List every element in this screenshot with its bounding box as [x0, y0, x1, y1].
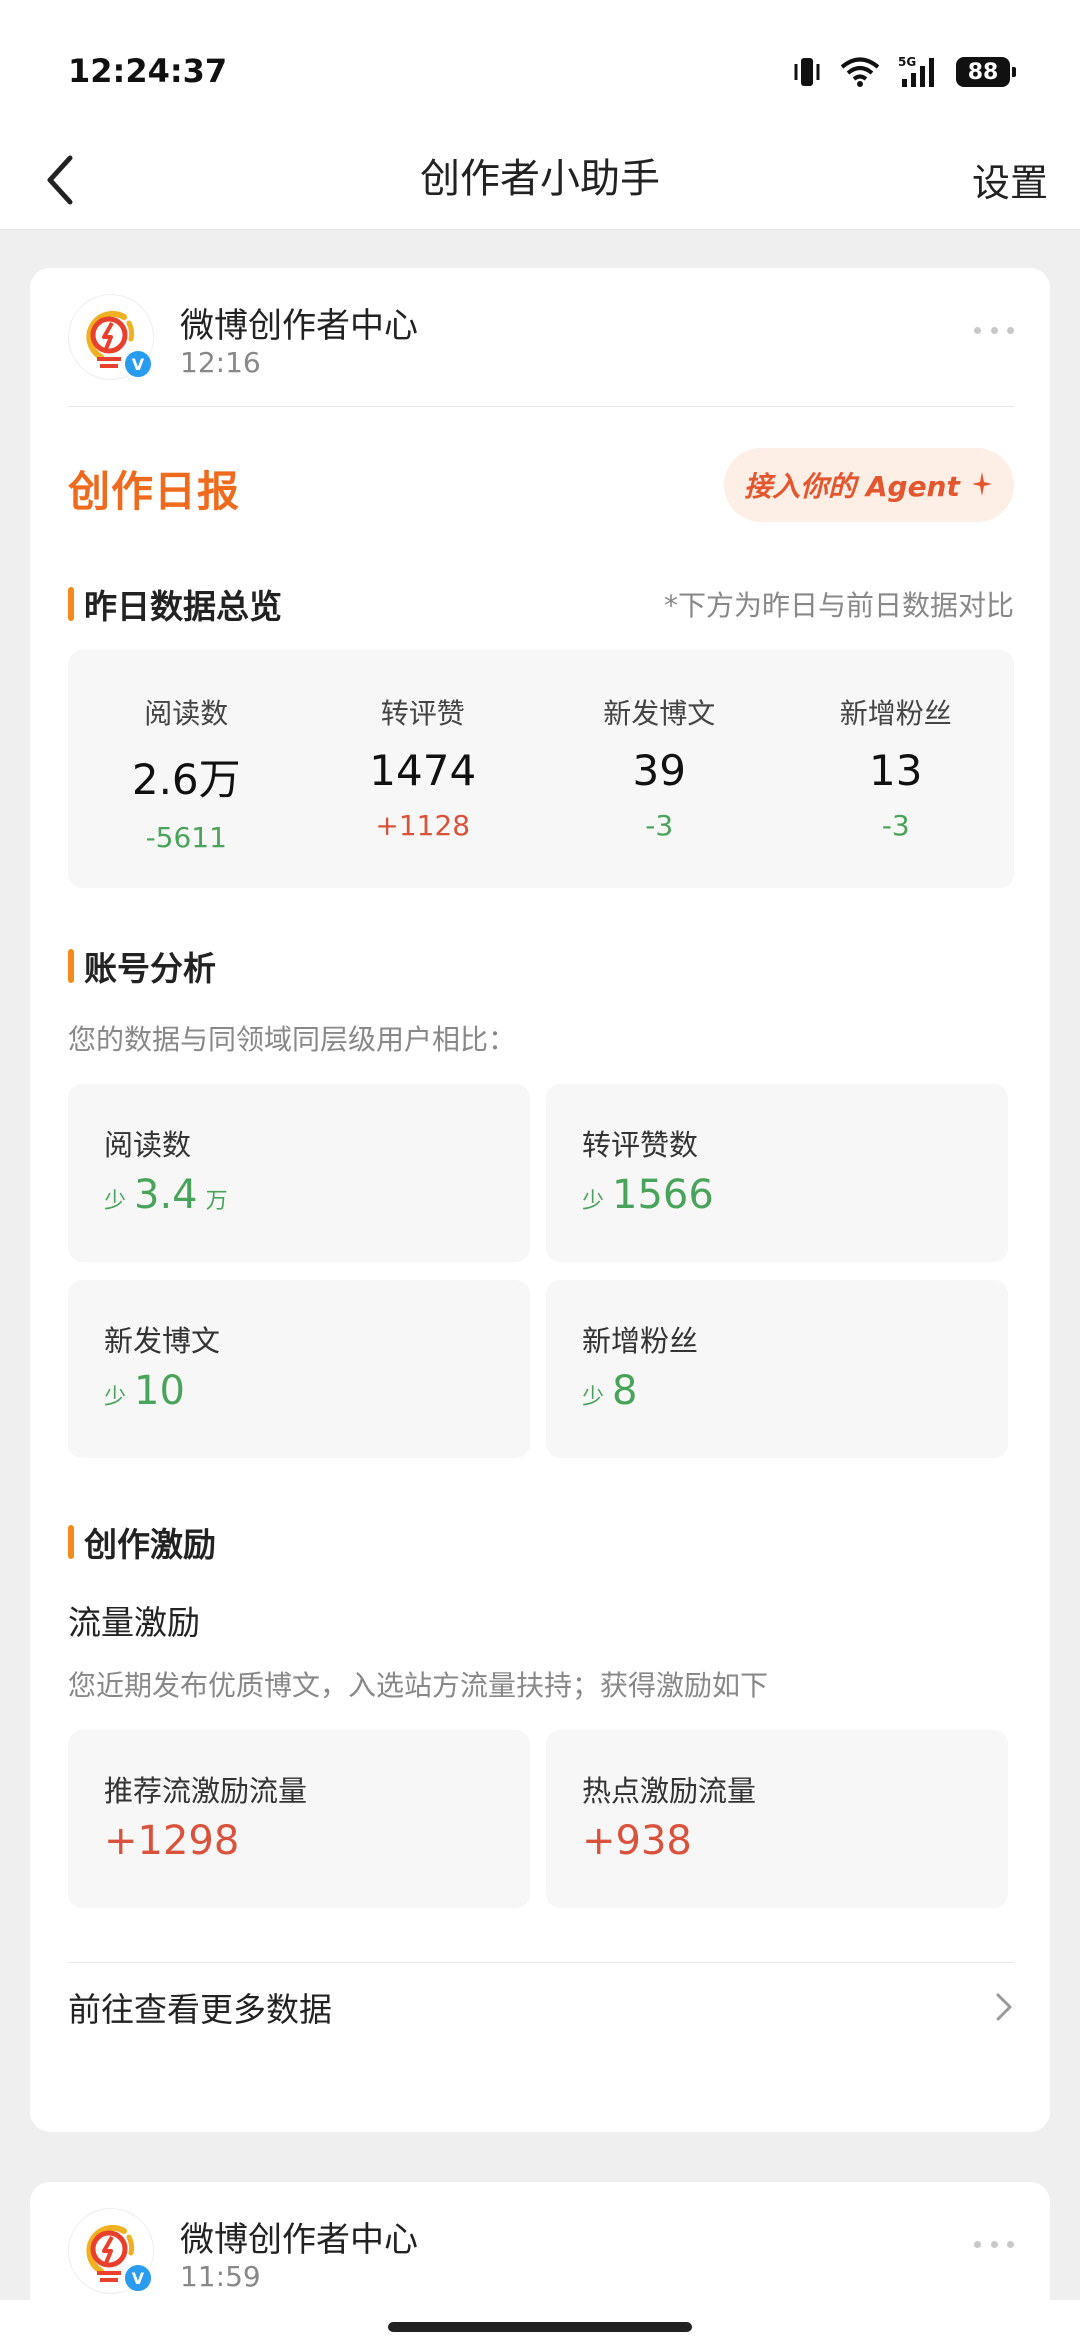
metric-card-reads: 阅读数 少 3.4 万	[68, 1084, 530, 1262]
sender-name: 微博创作者中心	[180, 306, 418, 346]
battery-indicator: 88	[956, 57, 1016, 87]
metric-value: 少 8	[582, 1368, 645, 1414]
metric-label: 新发博文	[104, 1324, 221, 1358]
incentive-label: 推荐流激励流量	[104, 1774, 308, 1808]
connect-agent-button[interactable]: 接入你的 Agent	[724, 448, 1014, 522]
metric-number: 10	[134, 1368, 185, 1414]
verified-badge-icon: V	[122, 2262, 154, 2294]
more-options-icon[interactable]	[974, 320, 1014, 340]
more-options-icon[interactable]	[974, 2234, 1014, 2254]
stat-delta: -3	[881, 809, 910, 842]
stat-delta: -3	[645, 809, 674, 842]
divider	[68, 406, 1014, 407]
network-label: 5G	[898, 55, 916, 69]
status-icons: 5G 88	[792, 52, 1016, 92]
stat-delta: -5611	[145, 821, 227, 854]
stat-reads: 阅读数 2.6万 -5611	[68, 650, 305, 888]
metric-card-new-followers: 新增粉丝 少 8	[546, 1280, 1008, 1458]
message-time: 11:59	[180, 2260, 261, 2293]
vibrate-icon	[794, 58, 820, 86]
view-more-data-link[interactable]: 前往查看更多数据	[68, 1962, 1014, 2052]
metric-card-engagement: 转评赞数 少 1566	[546, 1084, 1008, 1262]
home-indicator[interactable]	[388, 2322, 692, 2332]
incentive-value: +938	[582, 1818, 692, 1864]
nav-bar: 创作者小助手 设置	[0, 130, 1080, 230]
section-marker	[68, 1525, 74, 1559]
incentive-label: 热点激励流量	[582, 1774, 757, 1808]
analysis-section-title: 账号分析	[68, 942, 216, 990]
stat-label: 转评赞	[380, 697, 465, 730]
view-more-label: 前往查看更多数据	[68, 1990, 332, 2029]
verified-badge-icon: V	[122, 348, 154, 380]
incentive-number: +938	[582, 1818, 692, 1864]
incentive-value: +1298	[104, 1818, 239, 1864]
metric-number: 3.4	[134, 1172, 198, 1218]
wifi-icon	[840, 57, 880, 87]
metric-value: 少 10	[104, 1368, 193, 1414]
report-title: 创作日报	[68, 467, 241, 516]
metric-prefix: 少	[104, 1385, 127, 1410]
traffic-incentive-title: 流量激励	[68, 1603, 200, 1642]
overview-title: 昨日数据总览	[84, 587, 282, 626]
metric-value: 少 3.4 万	[104, 1172, 228, 1218]
connect-agent-label: 接入你的 Agent	[744, 470, 960, 503]
status-bar: 12:24:37 5G 88	[0, 0, 1080, 130]
metric-prefix: 少	[582, 1189, 605, 1214]
analysis-title: 账号分析	[84, 949, 216, 988]
stat-new-posts: 新发博文 39 -3	[541, 650, 778, 888]
stat-engagement: 转评赞 1474 +1128	[305, 650, 542, 888]
incentive-card-hot: 热点激励流量 +938	[546, 1730, 1008, 1908]
page-title: 创作者小助手	[420, 156, 660, 202]
chevron-right-icon	[996, 1993, 1012, 2021]
daily-report-card: V 微博创作者中心 12:16 创作日报 接入你的 Agent 昨日数据总览 *…	[30, 268, 1050, 2132]
overview-section-title: 昨日数据总览	[68, 580, 282, 628]
analysis-intro: 您的数据与同领域同层级用户相比：	[68, 1023, 517, 1056]
incentive-number: +1298	[104, 1818, 240, 1864]
sparkle-icon	[971, 472, 992, 496]
message-time: 12:16	[180, 346, 261, 379]
metric-number: 1566	[612, 1172, 714, 1218]
metric-unit: 万	[205, 1189, 228, 1214]
stat-label: 阅读数	[144, 697, 229, 730]
incentive-section-title: 创作激励	[68, 1518, 216, 1566]
stat-value: 1474	[369, 746, 477, 795]
overview-note: *下方为昨日与前日数据对比	[663, 589, 1014, 622]
stat-delta: +1128	[375, 809, 471, 842]
metric-label: 新增粉丝	[582, 1324, 699, 1358]
metric-card-new-posts: 新发博文 少 10	[68, 1280, 530, 1458]
settings-button[interactable]: 设置	[972, 152, 1048, 207]
metric-label: 阅读数	[104, 1128, 192, 1162]
incentive-card-recommend: 推荐流激励流量 +1298	[68, 1730, 530, 1908]
stat-label: 新发博文	[603, 697, 716, 730]
incentive-intro: 您近期发布优质博文，入选站方流量扶持；获得激励如下	[68, 1669, 769, 1702]
cellular-signal-icon: 5G	[898, 55, 934, 87]
metric-number: 8	[612, 1368, 638, 1414]
status-time: 12:24:37	[68, 52, 228, 90]
sender-name: 微博创作者中心	[180, 2220, 418, 2260]
incentive-title: 创作激励	[84, 1525, 216, 1564]
stat-value: 2.6万	[131, 755, 241, 804]
stat-label: 新增粉丝	[839, 697, 952, 730]
metric-value: 少 1566	[582, 1172, 722, 1218]
stat-value: 13	[869, 746, 923, 795]
section-marker	[68, 949, 74, 983]
overview-stats: 阅读数 2.6万 -5611 转评赞 1474 +1128 新发博文 39 -3…	[68, 650, 1014, 888]
stat-new-followers: 新增粉丝 13 -3	[778, 650, 1015, 888]
message-header: V 微博创作者中心 12:16	[30, 268, 1050, 406]
metric-prefix: 少	[104, 1189, 127, 1214]
metric-label: 转评赞数	[582, 1128, 699, 1162]
stat-value: 39	[632, 746, 686, 795]
section-marker	[68, 587, 74, 621]
metric-prefix: 少	[582, 1385, 605, 1410]
